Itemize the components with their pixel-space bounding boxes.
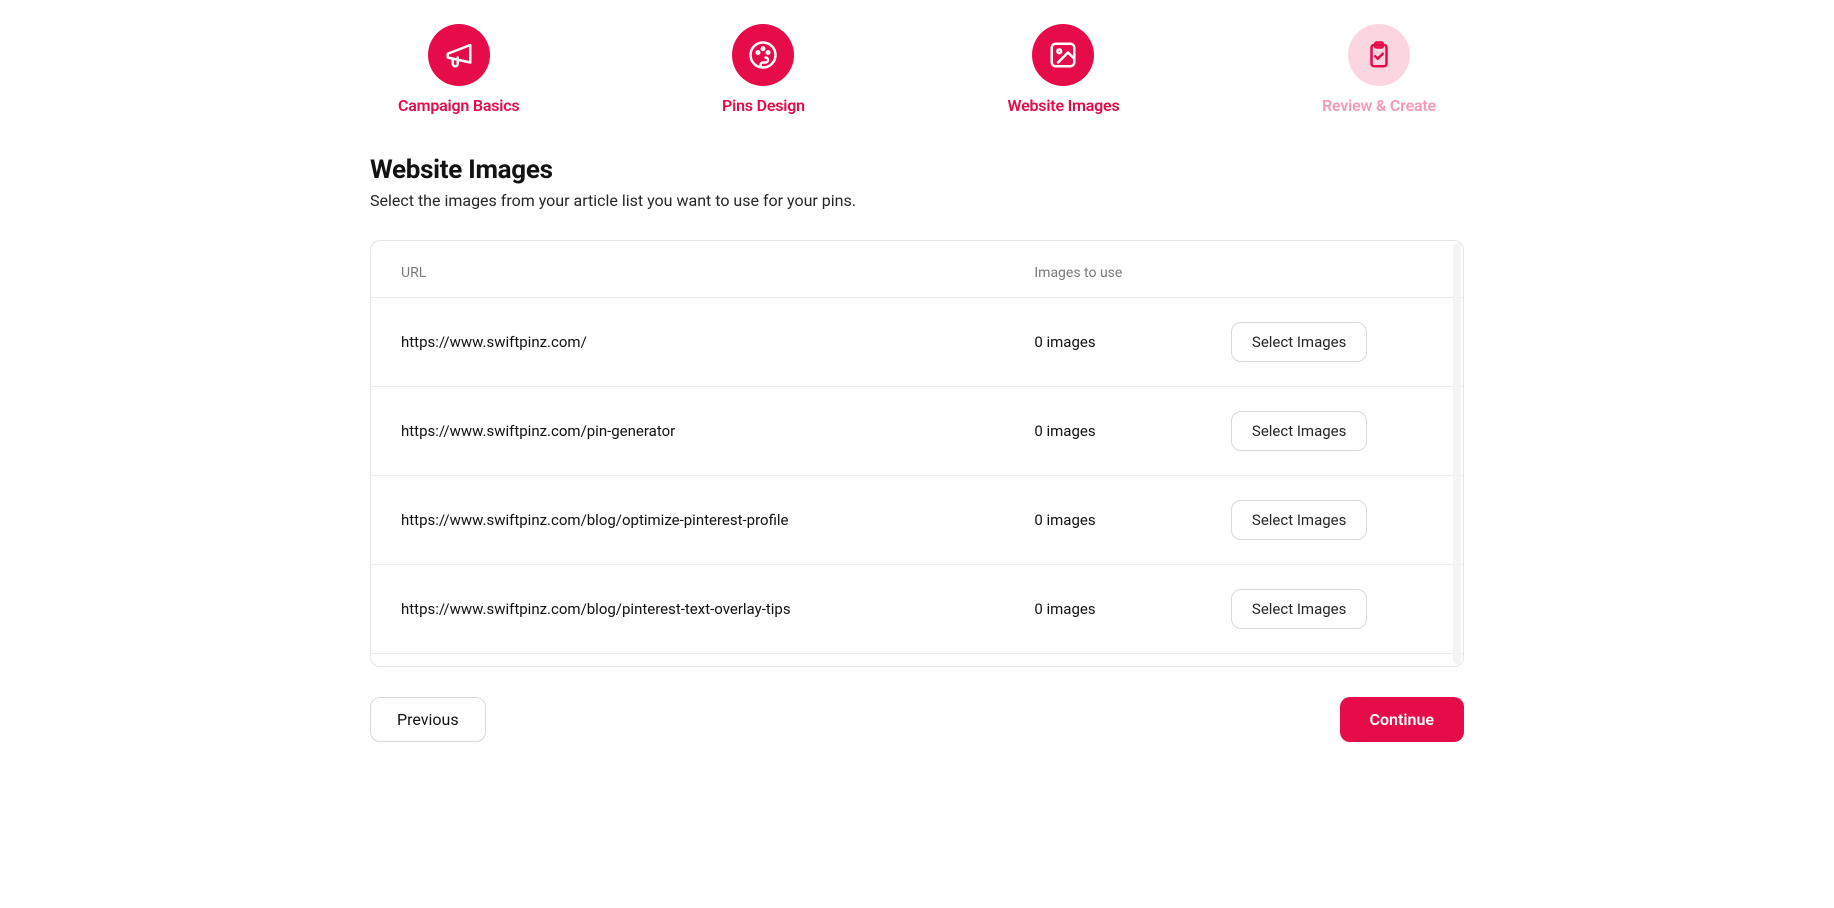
- images-table-panel: URL Images to use https://www.swiftpinz.…: [370, 240, 1464, 667]
- cell-url: https://www.swiftpinz.com/blog/optimize-…: [371, 476, 1004, 565]
- select-images-button[interactable]: Select Images: [1231, 322, 1367, 362]
- step-label: Review & Create: [1322, 96, 1436, 115]
- continue-button[interactable]: Continue: [1340, 697, 1464, 742]
- table-row: https://www.swiftpinz.com/pin-generator …: [371, 387, 1463, 476]
- cell-url: https://www.swiftpinz.com/blog/pin-color…: [371, 654, 1004, 667]
- table-row: https://www.swiftpinz.com/blog/pin-color…: [371, 654, 1463, 667]
- cell-count: 0 images: [1004, 565, 1201, 654]
- step-label: Pins Design: [722, 96, 805, 115]
- cell-count: 0 images: [1004, 476, 1201, 565]
- cell-url: https://www.swiftpinz.com/pin-generator: [371, 387, 1004, 476]
- palette-icon: [732, 24, 794, 86]
- page-subtitle: Select the images from your article list…: [370, 191, 1464, 210]
- step-campaign-basics[interactable]: Campaign Basics: [398, 24, 519, 115]
- clipboard-check-icon: [1348, 24, 1410, 86]
- col-header-action: [1201, 241, 1463, 298]
- images-table: URL Images to use https://www.swiftpinz.…: [371, 241, 1463, 666]
- col-header-url: URL: [371, 241, 1004, 298]
- col-header-count: Images to use: [1004, 241, 1201, 298]
- wizard-stepper: Campaign Basics Pins Design Website Imag…: [370, 24, 1464, 115]
- wizard-nav: Previous Continue: [370, 697, 1464, 742]
- megaphone-icon: [428, 24, 490, 86]
- step-review-create[interactable]: Review & Create: [1322, 24, 1436, 115]
- step-pins-design[interactable]: Pins Design: [722, 24, 805, 115]
- select-images-button[interactable]: Select Images: [1231, 589, 1367, 629]
- table-row: https://www.swiftpinz.com/ 0 images Sele…: [371, 298, 1463, 387]
- cell-count: 0 images: [1004, 387, 1201, 476]
- table-row: https://www.swiftpinz.com/blog/pinterest…: [371, 565, 1463, 654]
- scrollbar[interactable]: [1453, 243, 1461, 664]
- select-images-button[interactable]: Select Images: [1231, 411, 1367, 451]
- cell-url: https://www.swiftpinz.com/blog/pinterest…: [371, 565, 1004, 654]
- image-icon: [1032, 24, 1094, 86]
- select-images-button[interactable]: Select Images: [1231, 500, 1367, 540]
- step-label: Campaign Basics: [398, 96, 519, 115]
- previous-button[interactable]: Previous: [370, 697, 486, 742]
- page-title: Website Images: [370, 155, 1464, 185]
- cell-count: 0 images: [1004, 298, 1201, 387]
- step-label: Website Images: [1007, 96, 1119, 115]
- table-row: https://www.swiftpinz.com/blog/optimize-…: [371, 476, 1463, 565]
- cell-count: 0 images: [1004, 654, 1201, 667]
- step-website-images[interactable]: Website Images: [1007, 24, 1119, 115]
- cell-url: https://www.swiftpinz.com/: [371, 298, 1004, 387]
